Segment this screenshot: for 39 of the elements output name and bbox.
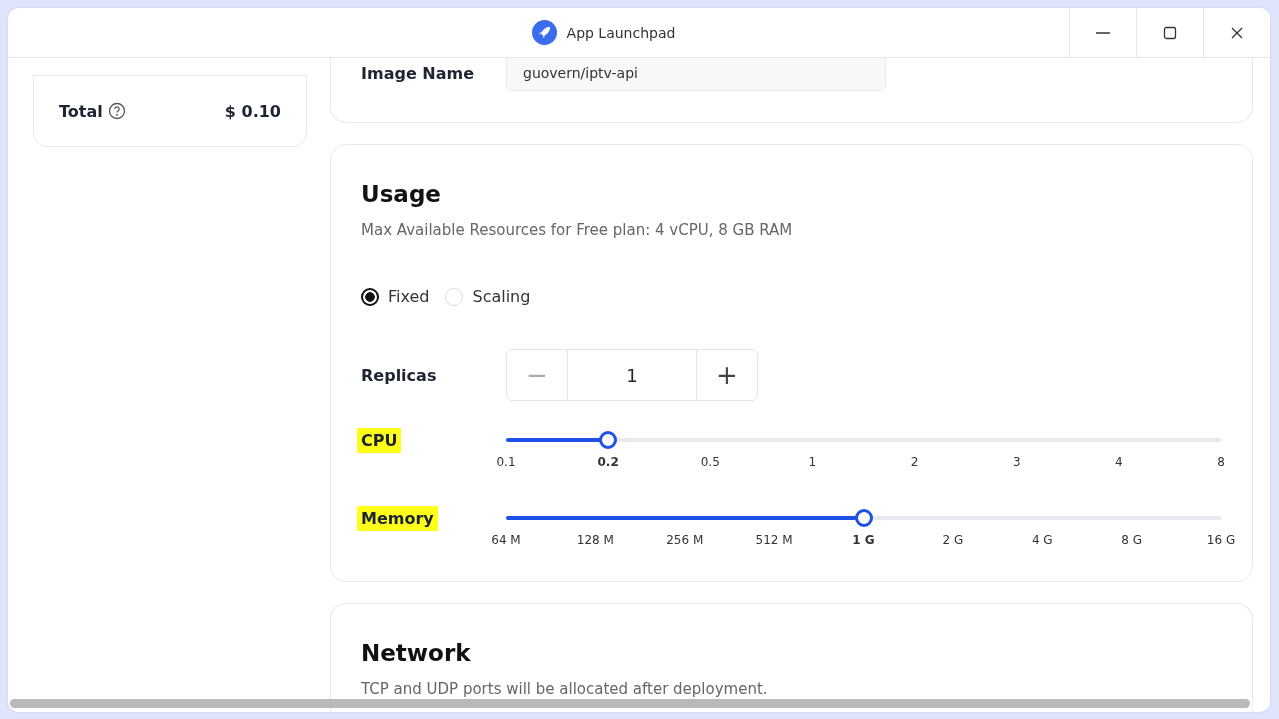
- close-icon: [1230, 25, 1244, 40]
- slider-tick-label: 4 G: [1031, 533, 1053, 547]
- slider-tick-label: 8 G: [1121, 533, 1142, 547]
- image-name-label: Image Name: [361, 63, 475, 83]
- slider-tick-label: 512 M: [755, 533, 793, 547]
- slider-tick-label: 0.5: [700, 455, 720, 469]
- slider-tick-label: 0.2: [597, 455, 619, 469]
- slider-tick-label: 2: [910, 455, 919, 469]
- minimize-icon: [1096, 31, 1110, 34]
- slider-thumb[interactable]: [599, 431, 618, 449]
- slider-tick-label: 128 M: [576, 533, 614, 547]
- slider-tick-label: 3: [1012, 455, 1021, 469]
- help-icon[interactable]: [107, 102, 126, 120]
- replicas-label: Replicas: [361, 365, 438, 385]
- rocket-icon: [531, 20, 557, 45]
- slider-tick-label: 2 G: [942, 533, 964, 547]
- slider-tick-label: 4: [1115, 455, 1123, 469]
- slider-tick-label: 64 M: [491, 533, 521, 547]
- maximize-icon: [1163, 25, 1177, 40]
- slider-tick-label: 8: [1217, 455, 1225, 469]
- total-value: $ 0.10: [224, 101, 281, 121]
- horizontal-scrollbar[interactable]: [10, 699, 1250, 708]
- mode-radio[interactable]: Fixed: [361, 287, 430, 306]
- image-name-field[interactable]: guovern/iptv-api: [506, 58, 886, 91]
- slider-tick-label: 1 G: [852, 533, 875, 547]
- slider-tick-label: 256 M: [666, 533, 704, 547]
- window-title: App Launchpad: [566, 24, 676, 41]
- total-label: Total: [59, 101, 103, 121]
- network-description: TCP and UDP ports will be allocated after deployment.: [361, 680, 769, 698]
- mode-radio[interactable]: Scaling: [445, 287, 531, 306]
- slider-tick-label: 0.1: [496, 455, 516, 469]
- slider-thumb[interactable]: [854, 509, 873, 527]
- slider-tick-label: 16 G: [1206, 533, 1236, 547]
- slider-tick-label: 1: [808, 455, 817, 469]
- network-heading: Network: [361, 640, 472, 666]
- usage-description: Max Available Resources for Free plan: 4 vCPU, 8 GB RAM: [361, 221, 794, 239]
- slider-label: CPU: [357, 428, 402, 453]
- usage-heading: Usage: [361, 181, 442, 207]
- slider-label: Memory: [357, 506, 438, 531]
